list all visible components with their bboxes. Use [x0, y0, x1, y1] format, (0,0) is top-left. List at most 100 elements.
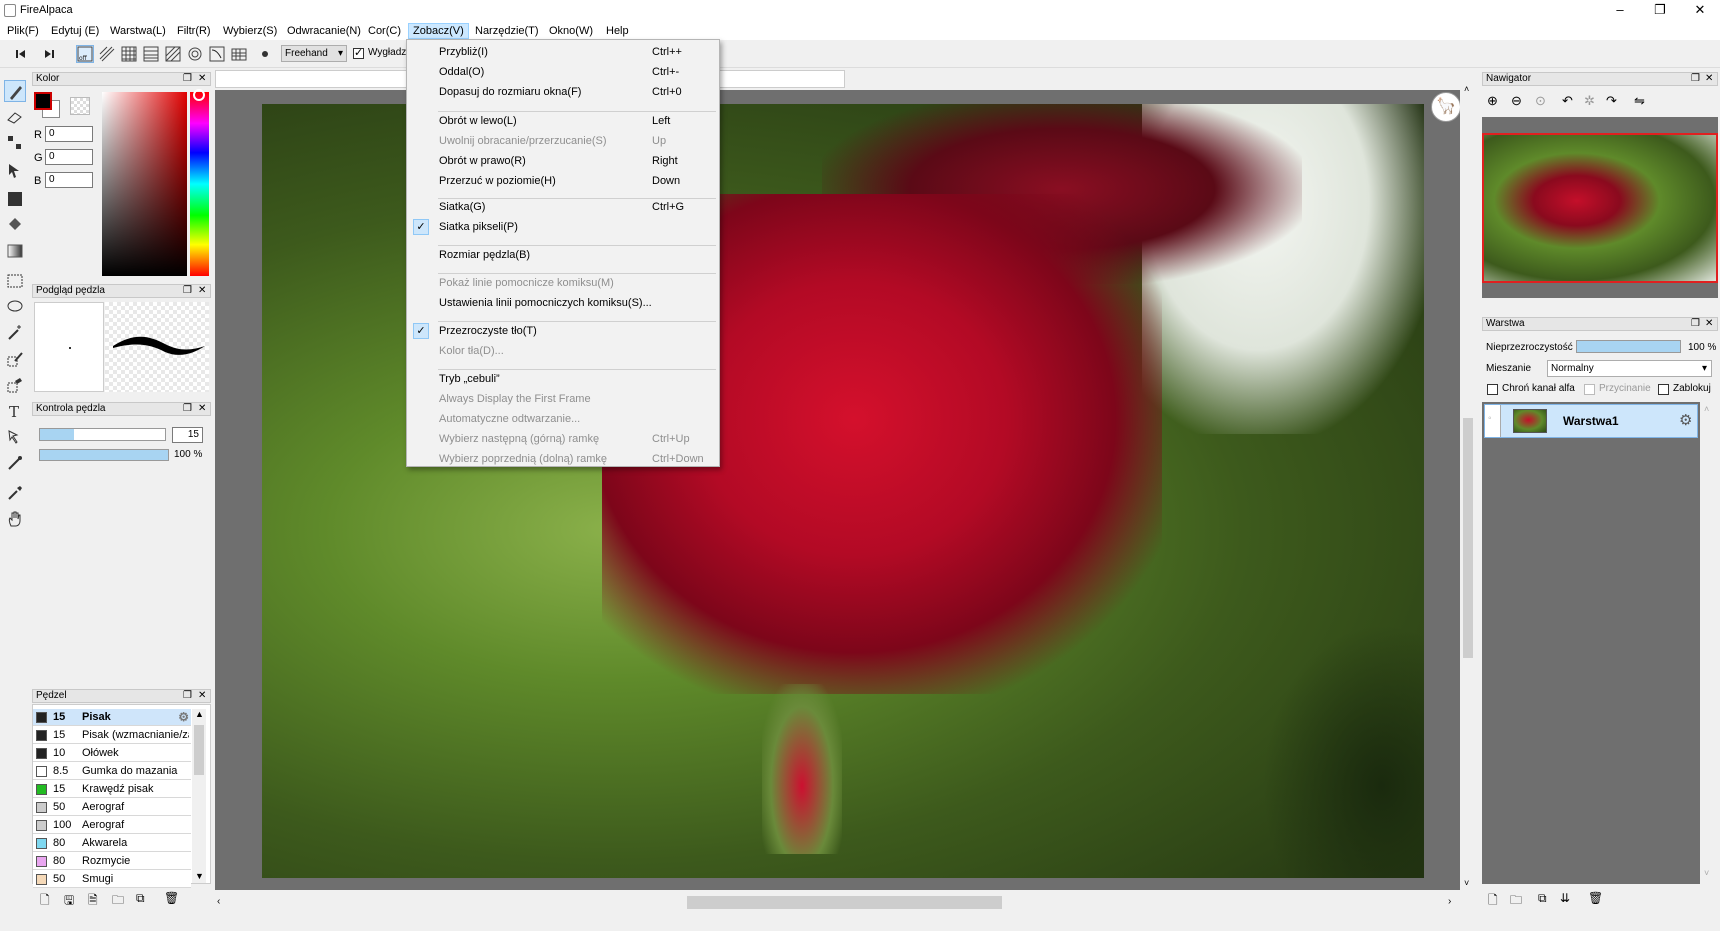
rotate-left-icon[interactable]: ↶ — [1562, 93, 1573, 109]
eraser-tool-icon[interactable] — [4, 106, 26, 128]
merge-down-icon[interactable]: ⇊ — [1560, 891, 1570, 905]
brush-list-item[interactable]: 80 Akwarela — [33, 835, 191, 852]
saturation-value-picker[interactable] — [102, 92, 187, 276]
close-icon[interactable]: ✕ — [198, 690, 206, 702]
view-menu-item[interactable]: Dopasuj do rozmiaru okna(F) Ctrl+0 — [408, 82, 718, 102]
menu-filter[interactable]: Filtr(R) — [173, 23, 215, 39]
hue-handle[interactable] — [193, 89, 205, 101]
brush-settings-icon[interactable]: ⚙ — [178, 709, 189, 725]
brush-size-slider[interactable] — [39, 428, 166, 441]
snap-grid-icon[interactable] — [120, 45, 138, 63]
brush-size-input[interactable]: 15 — [172, 427, 203, 443]
view-menu-item[interactable]: Pokaż linie pomocnicze komiksu(M) — [408, 273, 718, 293]
view-menu-item[interactable]: ✓ Przezroczyste tło(T) — [408, 321, 718, 341]
divide-tool-icon[interactable] — [4, 452, 26, 474]
menu-tool[interactable]: Narzędzie(T) — [471, 23, 543, 39]
snap-3d-icon[interactable] — [230, 45, 248, 63]
dot-icon[interactable] — [256, 45, 274, 63]
close-icon[interactable]: ✕ — [198, 73, 206, 85]
eyedropper-tool-icon[interactable] — [4, 482, 26, 504]
move-tool-icon[interactable] — [4, 160, 26, 182]
g-input[interactable]: 0 — [45, 149, 93, 165]
view-menu-item[interactable]: Wybierz poprzednią (dolną) ramkę Ctrl+Dow… — [408, 449, 718, 469]
r-input[interactable]: 0 — [45, 126, 93, 142]
view-menu-item[interactable]: Przybliż(I) Ctrl++ — [408, 42, 718, 62]
hand-tool-icon[interactable] — [4, 508, 26, 530]
v-scroll-thumb[interactable] — [1463, 418, 1473, 658]
b-input[interactable]: 0 — [45, 172, 93, 188]
brush-list-item[interactable]: 8.5 Gumka do mazania — [33, 763, 191, 780]
menu-window[interactable]: Okno(W) — [545, 23, 597, 39]
menu-help[interactable]: Help — [602, 23, 633, 39]
close-icon[interactable]: ✕ — [198, 403, 206, 415]
menu-file[interactable]: Plik(F) — [3, 23, 43, 39]
view-menu-item[interactable]: Oddal(O) Ctrl+- — [408, 62, 718, 82]
maximize-button[interactable]: ❐ — [1640, 0, 1680, 22]
duplicate-brush-icon[interactable]: ⧉ — [136, 891, 145, 906]
minimize-button[interactable]: – — [1600, 0, 1640, 22]
duplicate-layer-icon[interactable]: ⧉ — [1538, 891, 1547, 906]
view-menu-item[interactable]: Automatyczne odtwarzanie... — [408, 409, 718, 429]
layer-opacity-slider[interactable] — [1576, 340, 1681, 353]
view-menu-item[interactable]: ✓ Siatka pikseli(P) — [408, 217, 718, 237]
menu-color[interactable]: Cor(C) — [364, 23, 405, 39]
h-scroll-thumb[interactable] — [687, 896, 1002, 909]
new-layer-icon[interactable]: 🗋 — [1488, 891, 1498, 912]
menu-transform[interactable]: Odwracanie(N) — [283, 23, 365, 39]
brush-list-item[interactable]: 100 Aerograf — [33, 817, 191, 834]
operation-tool-icon[interactable] — [4, 426, 26, 448]
select-eraser-tool-icon[interactable] — [4, 374, 26, 396]
brush-list-item[interactable]: 50 Aerograf — [33, 799, 191, 816]
pen-tool-icon[interactable] — [4, 80, 26, 102]
brush-list-item[interactable]: 15 Krawędź pisak — [33, 781, 191, 798]
scroll-down-icon[interactable]: ▼ — [195, 871, 204, 881]
snap-parallel-icon[interactable] — [98, 45, 116, 63]
layer-settings-icon[interactable]: ⚙ — [1679, 411, 1692, 429]
view-menu-item[interactable]: Obrót w lewo(L) Left — [408, 111, 718, 131]
protect-alpha-checkbox[interactable] — [1487, 384, 1498, 395]
view-menu-item[interactable]: Uwolnij obracanie/przerzucanie(S) Up — [408, 131, 718, 151]
brush-list-item[interactable]: 50 Smugi — [33, 871, 191, 888]
view-menu-item[interactable]: Obrót w prawo(R) Right — [408, 151, 718, 171]
menu-layer[interactable]: Warstwa(L) — [106, 23, 170, 39]
snap-concentric-icon[interactable] — [186, 45, 204, 63]
hue-slider[interactable] — [190, 92, 209, 276]
horizontal-scrollbar[interactable]: ‹ › — [215, 890, 1460, 914]
snap-off-icon[interactable]: off — [76, 45, 94, 63]
scroll-up-icon[interactable]: ˄ — [1704, 404, 1709, 414]
next-frame-icon[interactable] — [40, 45, 58, 63]
brush-list-item[interactable]: 80 Rozmycie — [33, 853, 191, 870]
view-menu-item[interactable]: Wybierz następną (górną) ramkę Ctrl+Up — [408, 429, 718, 449]
snap-perspective-icon[interactable] — [164, 45, 182, 63]
brush-list-item[interactable]: 10 Ołówek — [33, 745, 191, 762]
float-icon[interactable]: ❐ — [1691, 73, 1700, 85]
scroll-up-icon[interactable]: ˄ — [1464, 84, 1469, 94]
lasso-tool-icon[interactable] — [4, 296, 26, 318]
scroll-thumb[interactable] — [194, 725, 204, 775]
view-menu-item[interactable]: Kolor tła(D)... — [408, 341, 718, 361]
scroll-down-icon[interactable]: ˅ — [1704, 868, 1709, 878]
scroll-right-icon[interactable]: › — [1448, 896, 1451, 907]
fill-tool-icon[interactable] — [4, 188, 26, 210]
view-menu-item[interactable]: Always Display the First Frame — [408, 389, 718, 409]
alpaca-icon[interactable]: 🦙 — [1431, 92, 1461, 122]
blend-mode-select[interactable]: Normalny ▾ — [1547, 360, 1712, 377]
navigator-preview[interactable] — [1482, 117, 1718, 298]
gradient-tool-icon[interactable] — [4, 240, 26, 262]
menu-select[interactable]: Wybierz(S) — [219, 23, 281, 39]
select-pen-tool-icon[interactable] — [4, 348, 26, 370]
menu-edit[interactable]: Edytuj (E) — [47, 23, 103, 39]
layer-list-scrollbar[interactable]: ˄ ˅ — [1700, 402, 1718, 884]
float-icon[interactable]: ❐ — [183, 403, 192, 415]
prev-frame-icon[interactable] — [12, 45, 30, 63]
scroll-down-icon[interactable]: ˅ — [1464, 878, 1469, 888]
view-menu-item[interactable]: Tryb „cebuli” — [408, 369, 718, 389]
zoom-fit-icon[interactable]: ⊙ — [1535, 93, 1546, 109]
layer-visibility-toggle[interactable]: ◦ — [1485, 405, 1501, 437]
folder-icon[interactable]: 🗀 — [112, 891, 124, 912]
brush-list-item[interactable]: 15 Pisak ⚙ — [33, 709, 191, 726]
transparent-color-swatch[interactable] — [70, 97, 90, 115]
clipping-checkbox[interactable] — [1584, 384, 1595, 395]
bucket-tool-icon[interactable] — [4, 214, 26, 236]
view-menu-item[interactable]: Przerzuć w poziomie(H) Down — [408, 171, 718, 191]
